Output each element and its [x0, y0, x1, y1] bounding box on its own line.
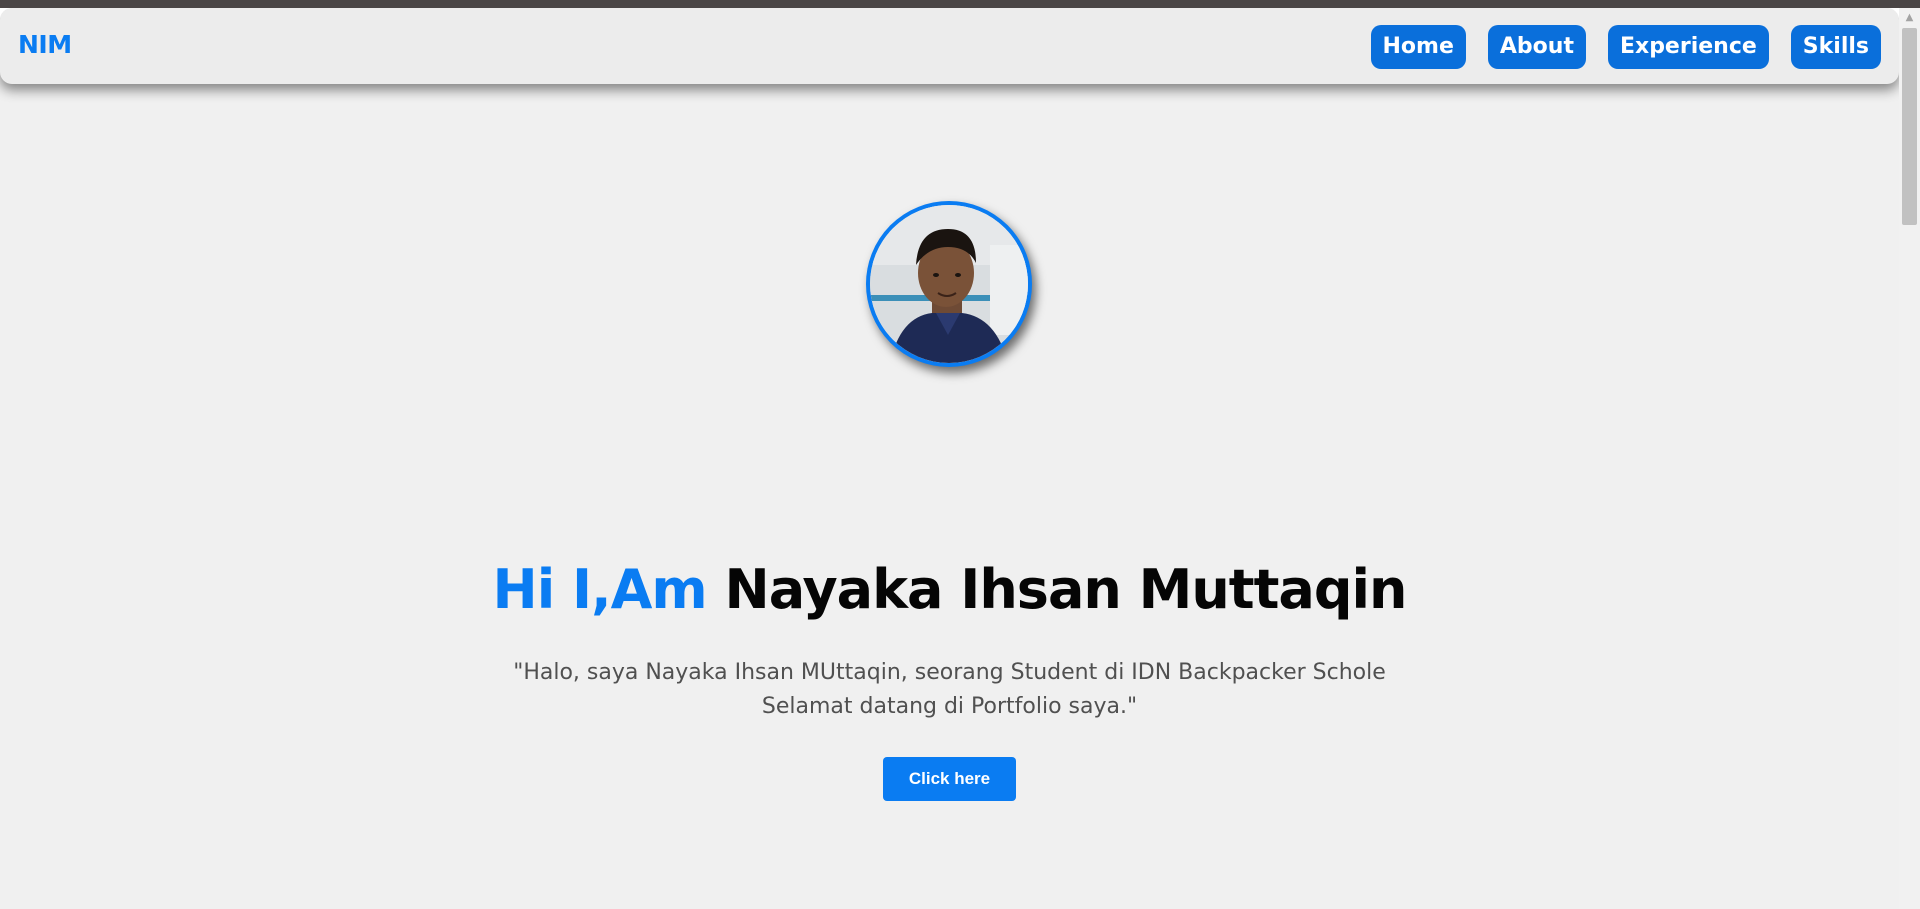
triangle-up-icon[interactable]: ▲ — [1899, 8, 1920, 28]
hero-name: Nayaka Ihsan Muttaqin — [724, 558, 1408, 621]
page-scrollbar[interactable]: ▲ — [1899, 8, 1920, 909]
hero-description-line-1: "Halo, saya Nayaka Ihsan MUttaqin, seora… — [513, 660, 1386, 685]
page-viewport: NIM Home About Experience Skills Hi I,Am… — [0, 8, 1899, 909]
profile-photo-icon — [870, 205, 1028, 363]
nav-about-button[interactable]: About — [1487, 25, 1586, 69]
scrollbar-thumb[interactable] — [1902, 28, 1917, 225]
nav-skills-button[interactable]: Skills — [1790, 25, 1881, 69]
click-here-button[interactable]: Click here — [883, 757, 1016, 801]
hero-greeting: Hi I,Am — [492, 558, 708, 621]
profile-avatar — [866, 201, 1032, 367]
nav-home-button[interactable]: Home — [1370, 25, 1466, 69]
navbar: NIM Home About Experience Skills — [0, 8, 1899, 84]
brand-logo[interactable]: NIM — [18, 30, 72, 59]
hero-description: "Halo, saya Nayaka Ihsan MUttaqin, seora… — [0, 656, 1899, 724]
browser-top-strip — [0, 0, 1920, 8]
hero-title: Hi I,Am Nayaka Ihsan Muttaqin — [0, 558, 1899, 621]
nav-links: Home About Experience Skills — [1370, 25, 1881, 69]
hero-description-line-2: Selamat datang di Portfolio saya." — [761, 694, 1138, 719]
nav-experience-button[interactable]: Experience — [1607, 25, 1769, 69]
